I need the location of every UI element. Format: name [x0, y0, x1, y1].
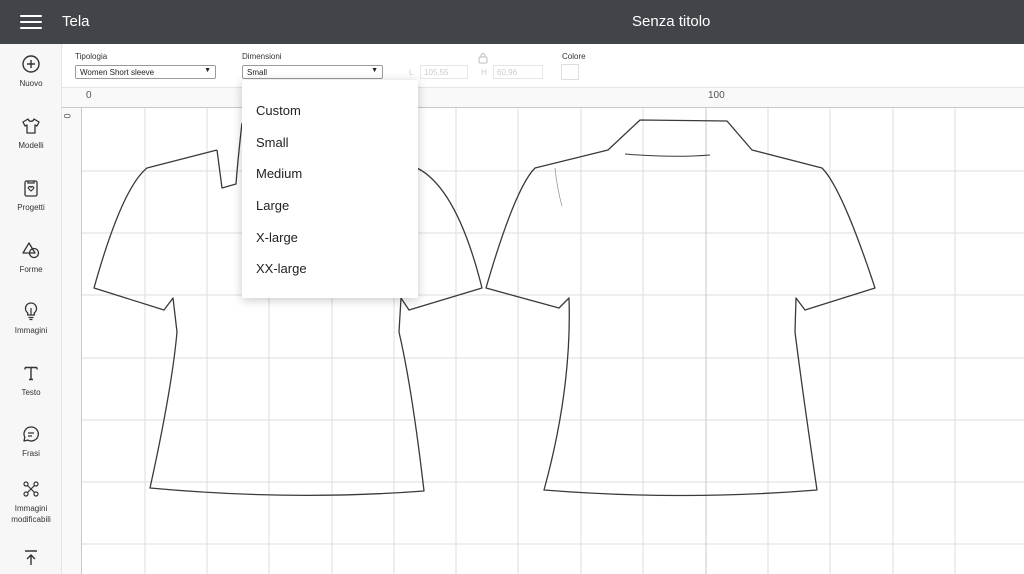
toolbar: Tipologia Women Short sleeve ▼ Dimension… — [62, 44, 1024, 88]
canvas-area[interactable]: 0 100 0 — [62, 88, 1024, 574]
sidebar-item-label: Forme — [19, 265, 43, 274]
sidebar-item-forme[interactable]: Forme — [0, 240, 62, 275]
dropdown-option-custom[interactable]: Custom — [256, 103, 301, 118]
sidebar-item-label: Testo — [21, 388, 41, 397]
menu-icon[interactable] — [20, 15, 42, 29]
dimensioni-label: Dimensioni — [242, 52, 282, 61]
dimensioni-dropdown: Custom Small Medium Large X-large XX-lar… — [242, 80, 418, 298]
color-swatch[interactable] — [561, 64, 579, 80]
caret-down-icon: ▼ — [204, 67, 211, 74]
sidebar: Nuovo Modelli Progetti Forme Immagini Te… — [0, 44, 62, 574]
width-value: 105,55 — [424, 68, 449, 77]
project-icon — [24, 180, 38, 197]
height-letter: H — [481, 68, 487, 77]
dimensioni-value: Small — [247, 68, 268, 77]
shapes-icon — [22, 242, 40, 259]
sidebar-item-label: Nuovo — [19, 79, 43, 88]
app-title: Tela — [62, 13, 90, 30]
sidebar-item-immagini[interactable]: Immagini — [0, 301, 62, 336]
sidebar-item-modelli[interactable]: Modelli — [0, 116, 62, 151]
top-bar: Tela Senza titolo — [0, 0, 1024, 44]
sidebar-item-progetti[interactable]: Progetti — [0, 178, 62, 213]
height-value: 60,96 — [497, 68, 518, 77]
colore-label: Colore — [562, 52, 586, 61]
sidebar-item-label: Frasi — [22, 449, 40, 458]
sidebar-item-testo[interactable]: Testo — [0, 363, 62, 398]
plus-circle-icon — [22, 55, 40, 73]
upload-icon — [25, 550, 37, 565]
dimensioni-select[interactable]: Small ▼ — [242, 65, 383, 79]
dropdown-option-xx-large[interactable]: XX-large — [256, 261, 307, 276]
lightbulb-icon — [24, 302, 38, 321]
width-letter: L — [409, 68, 414, 77]
sidebar-item-label: Immagini modificabili — [11, 504, 51, 524]
dropdown-option-medium[interactable]: Medium — [256, 166, 302, 181]
dropdown-option-x-large[interactable]: X-large — [256, 230, 298, 245]
chat-icon — [23, 426, 39, 442]
sidebar-item-label: Progetti — [17, 203, 45, 212]
height-field[interactable]: 60,96 — [493, 65, 543, 79]
edit-image-icon — [23, 481, 39, 497]
document-title[interactable]: Senza titolo — [632, 13, 710, 30]
shirt-template[interactable] — [62, 88, 1024, 574]
shirt-front-collar — [216, 122, 243, 189]
shirt-back-collar-seam — [624, 153, 711, 157]
tipologia-label: Tipologia — [75, 52, 108, 61]
tipologia-value: Women Short sleeve — [80, 68, 155, 77]
shirt-back-sleeve-seam — [554, 167, 563, 207]
sidebar-item-frasi[interactable]: Frasi — [0, 424, 62, 459]
sidebar-item-upload[interactable] — [0, 548, 62, 568]
sidebar-item-nuovo[interactable]: Nuovo — [0, 54, 62, 89]
dropdown-option-small[interactable]: Small — [256, 135, 289, 150]
text-icon — [24, 366, 38, 381]
sidebar-item-label: Modelli — [18, 141, 44, 150]
caret-down-icon: ▼ — [371, 67, 378, 74]
sidebar-item-label: Immagini — [14, 326, 48, 335]
shirt-back-outline — [485, 119, 876, 497]
lock-icon[interactable] — [478, 52, 488, 64]
shirt-icon — [22, 118, 40, 134]
width-field[interactable]: 105,55 — [420, 65, 468, 79]
sidebar-item-immagini-modificabili[interactable]: Immagini modificabili — [0, 479, 62, 525]
dropdown-option-large[interactable]: Large — [256, 198, 289, 213]
tipologia-select[interactable]: Women Short sleeve ▼ — [75, 65, 216, 79]
